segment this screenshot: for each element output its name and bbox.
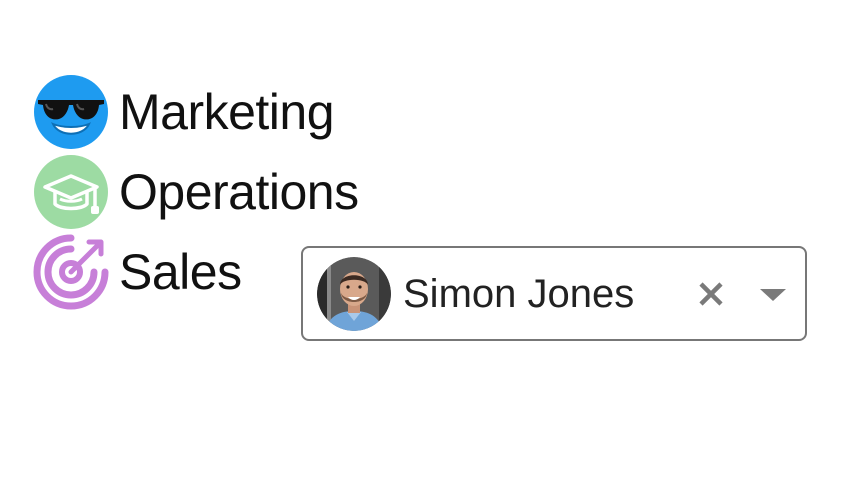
close-icon [699, 281, 723, 306]
graduation-cap-icon [34, 155, 108, 229]
chevron-down-icon [760, 288, 786, 301]
team-item-marketing[interactable]: Marketing [33, 72, 413, 152]
user-select[interactable]: Simon Jones [301, 246, 807, 341]
avatar [317, 256, 391, 331]
page: Marketing Operations Sales Simon Jones [0, 0, 849, 493]
team-label: Sales [119, 244, 242, 300]
dropdown-toggle-button[interactable] [753, 274, 793, 314]
team-item-operations[interactable]: Operations [33, 152, 413, 232]
clear-button[interactable] [691, 274, 731, 314]
target-icon [33, 234, 109, 310]
selected-user-name: Simon Jones [403, 271, 635, 316]
sunglasses-emoji-icon [34, 75, 108, 149]
team-label: Marketing [119, 84, 335, 140]
team-label: Operations [119, 164, 359, 220]
